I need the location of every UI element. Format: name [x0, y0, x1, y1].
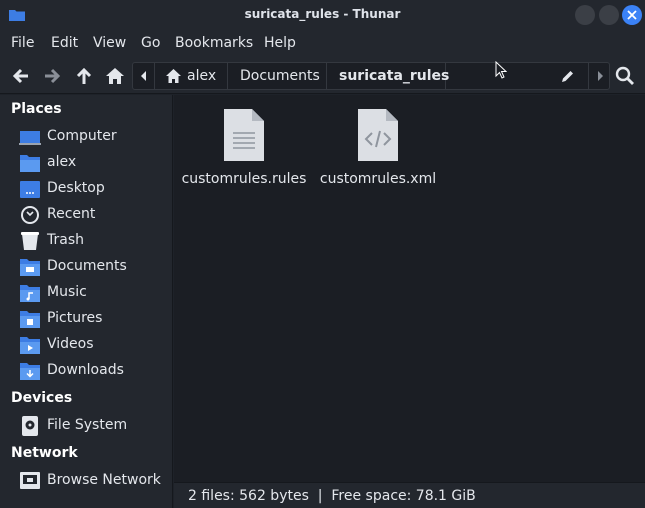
sidebar-item-alex[interactable]: alex: [0, 151, 172, 175]
xml-file-icon: [358, 109, 398, 161]
trash-icon: [21, 232, 39, 250]
home-folder-icon: [20, 155, 40, 172]
mouse-cursor-icon: [495, 61, 507, 79]
menu-help[interactable]: Help: [264, 35, 296, 51]
file-view[interactable]: customrules.rules customrules.xml: [174, 95, 645, 482]
path-scroll-right-button[interactable]: [588, 63, 610, 89]
sidebar-item-file-system[interactable]: File System: [0, 414, 172, 438]
home-icon[interactable]: [104, 65, 126, 87]
forward-arrow-icon[interactable]: [41, 65, 63, 87]
network-icon: [20, 472, 40, 489]
text-file-icon: [224, 109, 264, 161]
sidebar-item-label: alex: [47, 154, 77, 170]
status-text: 2 files: 562 bytes | Free space: 78.1 Gi…: [188, 488, 476, 504]
sidebar-item-label: Downloads: [47, 362, 124, 378]
path-segment-current[interactable]: suricata_rules: [327, 63, 450, 89]
menu-bar: File Edit View Go Bookmarks Help: [0, 30, 645, 58]
sidebar-item-recent[interactable]: Recent: [0, 203, 172, 227]
menu-file[interactable]: File: [11, 35, 34, 51]
videos-folder-icon: [20, 337, 40, 354]
path-bar: alex Documents suricata_rules: [132, 62, 610, 90]
file-item[interactable]: customrules.rules: [179, 107, 309, 197]
status-bar: 2 files: 562 bytes | Free space: 78.1 Gi…: [174, 482, 645, 508]
close-icon: [627, 10, 637, 20]
recent-clock-icon: [21, 206, 39, 224]
sidebar-item-downloads[interactable]: Downloads: [0, 359, 172, 383]
file-name: customrules.rules: [181, 171, 307, 187]
file-item[interactable]: customrules.xml: [313, 107, 443, 197]
up-arrow-icon[interactable]: [73, 65, 95, 87]
network-heading: Network: [11, 445, 78, 461]
window-title: suricata_rules - Thunar: [244, 7, 401, 21]
chevron-right-icon: [598, 71, 603, 81]
sidebar-item-label: Music: [47, 284, 87, 300]
title-bar[interactable]: suricata_rules - Thunar: [0, 0, 645, 30]
drive-icon: [22, 416, 38, 436]
sidebar-item-trash[interactable]: Trash: [0, 229, 172, 253]
sidebar: Places Computer alex Desktop Recent Tras…: [0, 95, 173, 508]
back-arrow-icon[interactable]: [10, 65, 32, 87]
desktop-folder-icon: [20, 181, 40, 198]
devices-heading: Devices: [11, 390, 73, 406]
path-segment-home[interactable]: alex: [156, 63, 228, 89]
search-icon[interactable]: [614, 65, 636, 87]
places-heading: Places: [11, 101, 62, 117]
sidebar-item-label: Desktop: [47, 180, 105, 196]
computer-icon: [19, 131, 41, 145]
sidebar-item-pictures[interactable]: Pictures: [0, 307, 172, 331]
sidebar-item-label: Trash: [47, 232, 84, 248]
sidebar-item-desktop[interactable]: Desktop: [0, 177, 172, 201]
sidebar-item-label: Documents: [47, 258, 127, 274]
close-button[interactable]: [622, 5, 642, 25]
sidebar-item-computer[interactable]: Computer: [0, 125, 172, 149]
sidebar-item-videos[interactable]: Videos: [0, 333, 172, 357]
menu-view[interactable]: View: [93, 35, 126, 51]
sidebar-item-documents[interactable]: Documents: [0, 255, 172, 279]
maximize-button[interactable]: [599, 5, 619, 25]
sidebar-item-label: Pictures: [47, 310, 103, 326]
sidebar-item-browse-network[interactable]: Browse Network: [0, 469, 172, 493]
menu-go[interactable]: Go: [141, 35, 160, 51]
sidebar-item-label: Browse Network: [47, 472, 161, 488]
sidebar-item-label: Videos: [47, 336, 94, 352]
path-scroll-left-button[interactable]: [133, 63, 155, 89]
minimize-button[interactable]: [575, 5, 595, 25]
music-folder-icon: [20, 285, 40, 302]
menu-bookmarks[interactable]: Bookmarks: [175, 35, 253, 51]
sidebar-item-label: Recent: [47, 206, 96, 222]
home-icon: [166, 69, 181, 83]
path-segment-current-label: suricata_rules: [339, 68, 450, 84]
sidebar-item-label: File System: [47, 417, 128, 433]
edit-location-icon[interactable]: [560, 69, 575, 84]
path-segment-home-label: alex: [187, 68, 217, 84]
downloads-folder-icon: [20, 363, 40, 380]
menu-edit[interactable]: Edit: [51, 35, 78, 51]
chevron-left-icon: [141, 71, 146, 81]
documents-folder-icon: [20, 259, 40, 276]
path-segment-documents[interactable]: Documents: [228, 63, 327, 89]
toolbar: alex Documents suricata_rules: [0, 58, 645, 94]
path-segment-documents-label: Documents: [240, 68, 320, 84]
file-name: customrules.xml: [319, 171, 437, 187]
sidebar-item-label: Computer: [47, 128, 117, 144]
sidebar-item-music[interactable]: Music: [0, 281, 172, 305]
pictures-folder-icon: [20, 311, 40, 328]
